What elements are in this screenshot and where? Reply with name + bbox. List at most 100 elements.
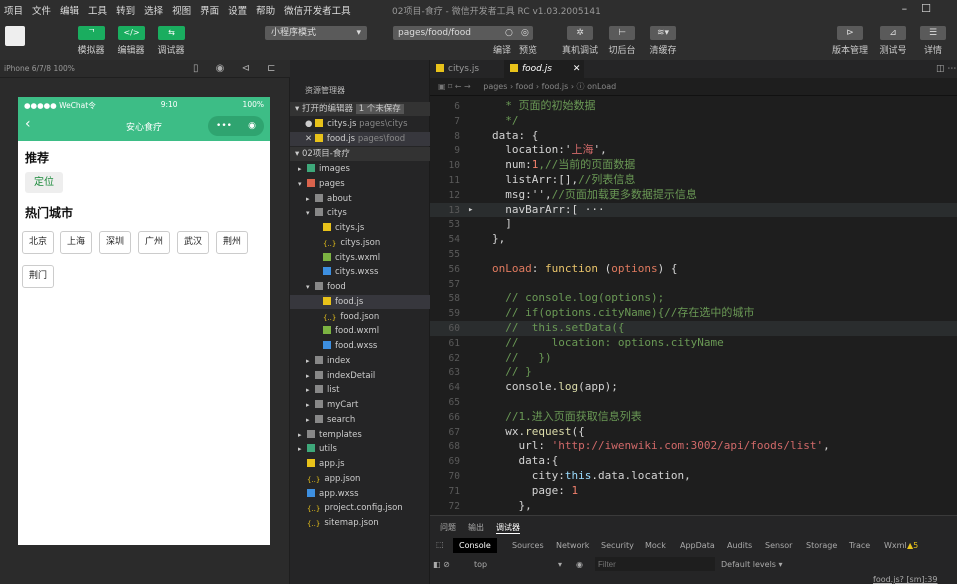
chevron-icon[interactable]: ▸ (298, 428, 307, 442)
sidebar-toggle-icon[interactable]: ◧ ⊘ (433, 560, 450, 569)
menu-item[interactable]: 视图 (172, 3, 191, 17)
code-line[interactable]: 67 wx.request({ (430, 425, 957, 440)
test-icon[interactable]: ⊿ (880, 26, 906, 40)
preview-label[interactable]: 预览 (516, 43, 540, 56)
menu-item[interactable]: 设置 (228, 3, 247, 17)
menu-item[interactable]: 项目 (4, 3, 23, 17)
tree-item[interactable]: food.js (290, 294, 430, 309)
chevron-icon[interactable]: ▾ (306, 206, 315, 220)
code-line[interactable]: 54}, (430, 232, 957, 247)
code-line[interactable]: 66 //1.进入页面获取信息列表 (430, 410, 957, 425)
chevron-icon[interactable]: ▸ (298, 442, 307, 456)
eye-icon[interactable]: ◉ (576, 560, 583, 569)
code-line[interactable]: 70 city:this.data.location, (430, 469, 957, 484)
code-line[interactable]: 55 (430, 247, 957, 262)
code-line[interactable]: 57 (430, 277, 957, 292)
tree-item[interactable]: citys.wxml (290, 251, 430, 265)
menu-item[interactable]: 帮助 (256, 3, 275, 17)
chevron-icon[interactable]: ▾ (298, 177, 307, 191)
city-button[interactable]: 武汉 (177, 231, 209, 254)
devtools-tab[interactable]: Storage (806, 541, 837, 550)
tab-food-js[interactable]: food.js ✕ (504, 60, 584, 78)
editor-button[interactable]: </> (118, 26, 145, 40)
city-button[interactable]: 上海 (60, 231, 92, 254)
tree-item[interactable]: ▸ templates (290, 428, 430, 442)
window-controls[interactable]: –☐ (902, 2, 945, 15)
menu-item[interactable]: 文件 (32, 3, 51, 17)
code-line[interactable]: 56 onLoad: function (options) { (430, 262, 957, 277)
city-button[interactable]: 荆州 (216, 231, 248, 254)
code-line[interactable]: 13 ▸ navBarArr:[ ··· (430, 202, 957, 218)
code-line[interactable]: 71 page: 1 (430, 484, 957, 499)
code-line[interactable]: 63 // } (430, 365, 957, 380)
tree-item[interactable]: ▾ citys (290, 206, 430, 220)
tree-item[interactable]: ▾ pages (290, 177, 430, 191)
code-line[interactable]: 72 }, (430, 499, 957, 514)
tree-item[interactable]: citys.wxss (290, 265, 430, 279)
tree-item[interactable]: ▸ myCart (290, 398, 430, 412)
debugger-button[interactable]: ⇆ (158, 26, 185, 40)
chevron-icon[interactable]: ▸ (306, 398, 315, 412)
code-line[interactable]: 60 // this.setData({ (430, 320, 957, 336)
project-section[interactable]: ▾ 02项目-食疗 (290, 147, 430, 161)
chevron-icon[interactable]: ▸ (306, 413, 315, 427)
city-button[interactable]: 北京 (22, 231, 54, 254)
city-button[interactable]: 荆门 (22, 265, 54, 288)
city-button[interactable]: 广州 (138, 231, 170, 254)
code-line[interactable]: 12 msg:'',//页面加载更多数据提示信息 (430, 188, 957, 203)
tree-item[interactable]: {..} app.json (290, 472, 430, 486)
simulator-button[interactable]: ᄀ (78, 26, 105, 40)
chevron-icon[interactable]: ▸ (306, 192, 315, 206)
breadcrumb-text[interactable]: pages › food › food.js › ⓘ onLoad (483, 82, 616, 91)
fold-arrow-icon[interactable]: ▸ (468, 203, 473, 218)
tree-item[interactable]: app.wxss (290, 487, 430, 501)
code-line[interactable]: 65 (430, 395, 957, 410)
tree-item[interactable]: food.wxss (290, 339, 430, 353)
open-file-food[interactable]: ✕ food.js pages\food (290, 132, 430, 146)
chevron-icon[interactable]: ▾ (306, 280, 315, 294)
split-editor-icon[interactable]: ◫ ⋯ (930, 60, 956, 78)
code-line[interactable]: 68 url: 'http://iwenwiki.com:3002/api/fo… (430, 439, 957, 454)
devtools-tab[interactable]: Console (453, 538, 497, 553)
code-line[interactable]: 8 data: { (430, 129, 957, 144)
mode-select[interactable]: 小程序模式 ▾ (265, 26, 367, 40)
close-target-icon[interactable]: ◉ (248, 121, 256, 131)
code-line[interactable]: 9 location:'上海', (430, 143, 957, 158)
tree-item[interactable]: ▸ index (290, 354, 430, 368)
bug-icon[interactable]: ✲ (567, 26, 593, 40)
details-icon[interactable]: ☰ (920, 26, 946, 40)
sim-toolbar-icons[interactable]: ▯ ◉ ⊲ ⊏ (193, 63, 276, 74)
menu-item[interactable]: 转到 (116, 3, 135, 17)
code-line[interactable]: 11 listArr:[],//列表信息 (430, 173, 957, 188)
chevron-icon[interactable]: ▸ (306, 369, 315, 383)
devtools-tab[interactable]: AppData (680, 541, 715, 550)
tree-item[interactable]: ▸ search (290, 413, 430, 427)
devtools-tab[interactable]: Network (556, 541, 589, 550)
chevron-icon[interactable]: ▸ (306, 354, 315, 368)
tree-item[interactable]: ▸ images (290, 162, 430, 176)
version-icon[interactable]: ⊳ (837, 26, 863, 40)
menu-item[interactable]: 编辑 (60, 3, 79, 17)
devtools-tab[interactable]: Wxml (884, 541, 907, 550)
tree-item[interactable]: {..} sitemap.json (290, 516, 430, 530)
tree-item[interactable]: ▸ list (290, 383, 430, 397)
chevron-icon[interactable]: ▸ (306, 383, 315, 397)
code-line[interactable]: 61 // location: options.cityName (430, 336, 957, 351)
avatar[interactable] (5, 26, 25, 46)
open-file-citys[interactable]: ● citys.js pages\citys (290, 117, 430, 131)
code-line[interactable]: 64 console.log(app); (430, 380, 957, 395)
devtools-tab[interactable]: Trace (849, 541, 870, 550)
menu-item[interactable]: 界面 (200, 3, 219, 17)
locate-button[interactable]: 定位 (25, 172, 63, 193)
compile-label[interactable]: 编译 (490, 43, 514, 56)
tree-item[interactable]: citys.js (290, 221, 430, 235)
code-line[interactable]: 6 * 页面的初始数据 (430, 99, 957, 114)
close-icon[interactable]: ✕ (573, 64, 581, 74)
tree-item[interactable]: ▾ food (290, 280, 430, 294)
more-icon[interactable]: ••• (216, 121, 232, 131)
code-line[interactable]: 58 // console.log(options); (430, 291, 957, 306)
devtools-tab[interactable]: Sensor (765, 541, 792, 550)
tree-item[interactable]: food.wxml (290, 324, 430, 338)
tree-item[interactable]: app.js (290, 457, 430, 471)
city-button[interactable]: 深圳 (99, 231, 131, 254)
